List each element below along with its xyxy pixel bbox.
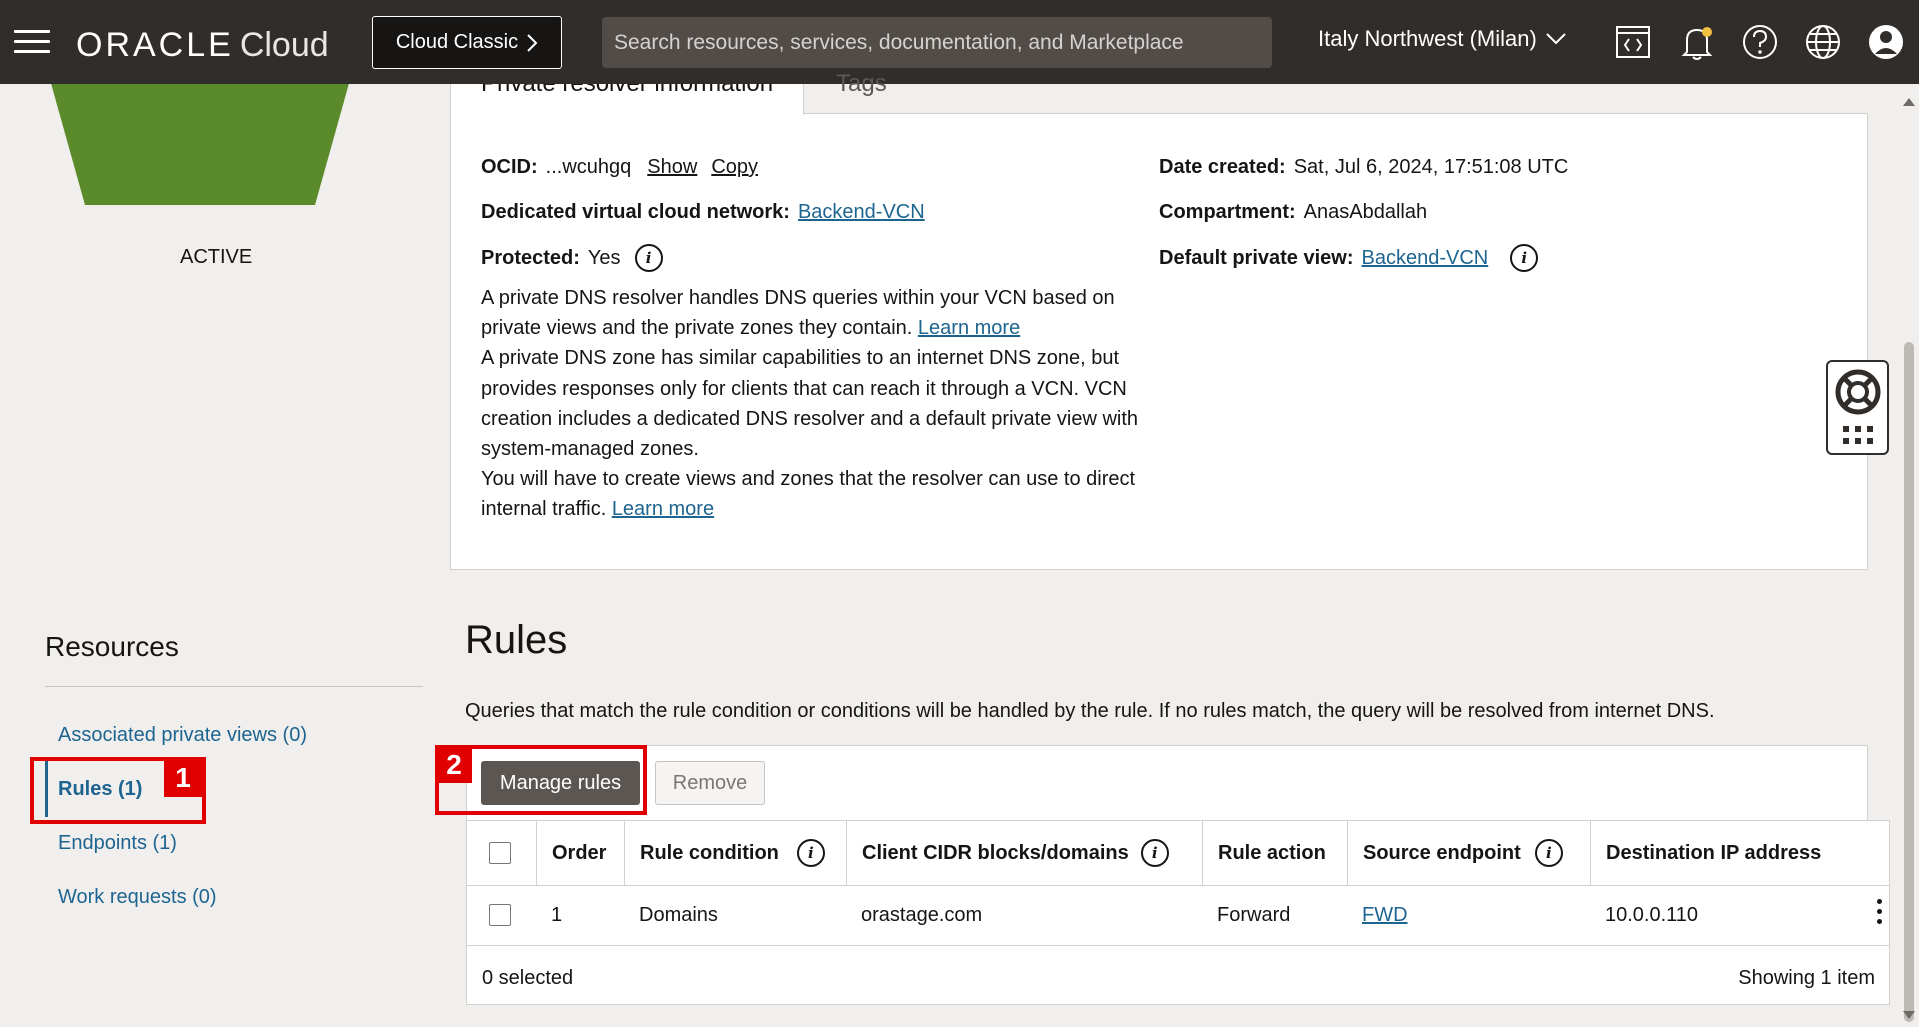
- column-header-source-endpoint[interactable]: Source endpoint i: [1347, 821, 1590, 885]
- cell-source-endpoint: FWD: [1347, 885, 1408, 945]
- ocid-label: OCID:: [481, 156, 538, 178]
- language-globe-icon[interactable]: [1803, 22, 1843, 62]
- cloud-classic-label: Cloud Classic: [395, 31, 519, 53]
- column-header-label: Client CIDR blocks/domains: [862, 841, 1129, 864]
- description-text-3: You will have to create views and zones …: [481, 468, 1136, 521]
- column-header-client-cidr[interactable]: Client CIDR blocks/domains i: [846, 821, 1201, 885]
- selected-count: 0 selected: [482, 967, 574, 989]
- resolver-status-text: ACTIVE: [180, 246, 253, 268]
- protected-label: Protected:: [481, 246, 580, 269]
- date-created-value: Sat, Jul 6, 2024, 17:51:08 UTC: [1293, 156, 1569, 178]
- learn-more-link-2[interactable]: Learn more: [612, 498, 714, 520]
- annotation-label-1: 1: [164, 759, 202, 797]
- default-private-view-row: Default private view: Backend-VCN i: [1159, 244, 1539, 272]
- showing-count: Showing 1 item: [1738, 967, 1875, 989]
- tab-tags[interactable]: Tags: [836, 70, 887, 100]
- ocid-copy-link[interactable]: Copy: [711, 156, 758, 179]
- column-header-rule-action[interactable]: Rule action: [1202, 821, 1347, 885]
- help-widget[interactable]: [1826, 360, 1889, 455]
- resource-link-endpoints[interactable]: Endpoints (1): [58, 832, 177, 855]
- column-header-order[interactable]: Order: [536, 821, 624, 885]
- column-header-destination-ip[interactable]: Destination IP address: [1590, 821, 1889, 885]
- vcn-label: Dedicated virtual cloud network:: [481, 201, 790, 223]
- date-created-row: Date created: Sat, Jul 6, 2024, 17:51:08…: [1159, 156, 1568, 179]
- description-text-2: A private DNS zone has similar capabilit…: [481, 347, 1139, 461]
- hexagon-icon: [51, 84, 349, 205]
- hamburger-menu-icon[interactable]: [14, 30, 50, 54]
- default-private-view-link[interactable]: Backend-VCN: [1362, 247, 1489, 270]
- oracle-cloud-logo[interactable]: ORACLE Cloud: [76, 26, 329, 65]
- cell-order: 1: [551, 903, 563, 926]
- compartment-row: Compartment: AnasAbdallah: [1159, 201, 1427, 224]
- cell-destination-ip: 10.0.0.110: [1605, 903, 1699, 926]
- tab-label: Private resolver information: [481, 84, 773, 98]
- developer-tools-icon[interactable]: [1613, 22, 1653, 62]
- resolver-description: A private DNS resolver handles DNS queri…: [481, 283, 1161, 525]
- annotation-label-2: 2: [436, 747, 472, 783]
- scrollbar-thumb[interactable]: [1904, 342, 1914, 1022]
- select-all-cell: [467, 821, 537, 885]
- protected-row: Protected: Yes i: [481, 244, 663, 272]
- date-created-label: Date created:: [1159, 156, 1286, 178]
- default-private-view-label: Default private view:: [1159, 246, 1354, 269]
- column-header-label: Source endpoint: [1363, 841, 1521, 864]
- cell-rule-action: Forward: [1217, 903, 1291, 926]
- user-profile-icon[interactable]: [1866, 22, 1906, 62]
- rules-heading: Rules: [465, 618, 568, 662]
- logo-product: Cloud: [239, 26, 329, 64]
- ocid-row: OCID: ...wcuhgq Show Copy: [481, 156, 758, 179]
- row-select-cell: [467, 885, 511, 945]
- tab-label: Tags: [836, 70, 887, 97]
- cloud-classic-button[interactable]: Cloud Classic: [372, 16, 562, 69]
- compartment-value: AnasAbdallah: [1303, 201, 1428, 223]
- compartment-label: Compartment:: [1159, 201, 1296, 223]
- chevron-right-icon: [527, 33, 538, 52]
- row-checkbox[interactable]: [489, 904, 511, 926]
- rules-table: Order Rule condition i Client CIDR block…: [466, 820, 1890, 1005]
- ocid-show-link[interactable]: Show: [647, 156, 697, 179]
- resource-link-work-requests[interactable]: Work requests (0): [58, 886, 217, 909]
- ocid-value: ...wcuhgq: [545, 156, 632, 178]
- vcn-row: Dedicated virtual cloud network: Backend…: [481, 201, 925, 224]
- default-view-info-icon[interactable]: i: [1510, 244, 1539, 272]
- chevron-down-icon: [1546, 33, 1566, 45]
- vcn-link[interactable]: Backend-VCN: [798, 201, 925, 224]
- resolver-status-hexagon: [40, 84, 400, 206]
- region-selector[interactable]: Italy Northwest (Milan): [1318, 26, 1567, 52]
- source-endpoint-info-icon[interactable]: i: [1534, 839, 1563, 867]
- row-actions-menu-icon[interactable]: [1875, 899, 1883, 929]
- rule-condition-info-icon[interactable]: i: [796, 839, 825, 867]
- cell-client-cidr: orastage.com: [861, 903, 983, 926]
- tab-private-resolver-information[interactable]: Private resolver information: [450, 84, 804, 115]
- help-icon[interactable]: [1740, 22, 1780, 62]
- remove-button: Remove: [655, 761, 765, 805]
- resources-divider: [45, 686, 423, 687]
- notifications-bell-icon[interactable]: [1677, 22, 1717, 62]
- column-header-label: Rule condition: [640, 841, 779, 864]
- lifebuoy-icon: [1835, 369, 1881, 444]
- scroll-down-arrow-icon[interactable]: [1899, 1009, 1919, 1023]
- protected-info-icon[interactable]: i: [634, 244, 663, 272]
- protected-value: Yes: [587, 246, 621, 269]
- search-input[interactable]: [602, 17, 1272, 68]
- cell-rule-condition: Domains: [639, 903, 718, 926]
- select-all-checkbox[interactable]: [489, 842, 511, 864]
- resources-heading: Resources: [45, 631, 179, 662]
- client-cidr-info-icon[interactable]: i: [1140, 839, 1169, 867]
- learn-more-link-1[interactable]: Learn more: [918, 317, 1020, 339]
- row-divider: [467, 945, 1889, 946]
- rules-description: Queries that match the rule condition or…: [465, 700, 1715, 722]
- resource-link-associated-private-views[interactable]: Associated private views (0): [58, 724, 307, 747]
- region-label: Italy Northwest (Milan): [1318, 26, 1537, 51]
- top-navigation-bar: ORACLECloud Cloud Classic Italy Northwes…: [0, 0, 1919, 84]
- column-header-rule-condition[interactable]: Rule condition i: [624, 821, 846, 885]
- scroll-up-arrow-icon[interactable]: [1899, 94, 1919, 108]
- source-endpoint-link[interactable]: FWD: [1362, 904, 1408, 927]
- page-scrollbar[interactable]: [1899, 84, 1919, 1027]
- logo-brand: ORACLE: [76, 26, 234, 64]
